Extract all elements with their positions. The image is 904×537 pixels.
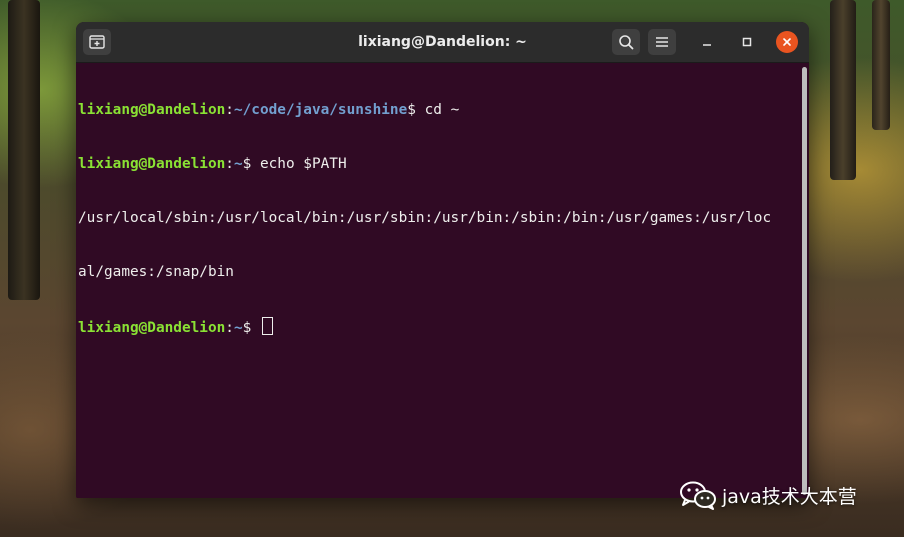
command-output-line: al/games:/snap/bin	[78, 264, 234, 280]
terminal-line: lixiang@Dandelion:~$	[78, 317, 800, 336]
search-icon	[619, 35, 634, 50]
terminal-window[interactable]: lixiang@Dandelion: ~ lixiang@Dandelion:~…	[76, 22, 809, 498]
terminal-scrollbar[interactable]	[802, 67, 807, 495]
watermark-text: java技术大本营	[722, 485, 857, 508]
maximize-button[interactable]	[736, 31, 758, 53]
terminal-line: lixiang@Dandelion:~$ echo $PATH	[78, 155, 800, 173]
prompt-separator: :	[225, 320, 234, 336]
search-button[interactable]	[612, 29, 640, 55]
command-output-line: /usr/local/sbin:/usr/local/bin:/usr/sbin…	[78, 210, 772, 226]
window-titlebar[interactable]: lixiang@Dandelion: ~	[76, 22, 809, 63]
new-tab-button[interactable]	[83, 29, 111, 55]
menu-button[interactable]	[648, 29, 676, 55]
minimize-icon	[703, 44, 711, 46]
prompt-path: ~	[233, 156, 243, 172]
tree-trunk	[872, 0, 890, 130]
prompt-symbol: $	[242, 320, 260, 336]
terminal-content[interactable]: lixiang@Dandelion:~/code/java/sunshine$ …	[76, 63, 809, 498]
command-text: cd ~	[424, 102, 460, 118]
new-tab-icon	[89, 35, 105, 49]
prompt-path: ~/code/java/sunshine	[233, 102, 408, 118]
text-cursor	[261, 317, 273, 335]
minimize-button[interactable]	[696, 31, 718, 53]
terminal-output: lixiang@Dandelion:~/code/java/sunshine$ …	[78, 65, 800, 371]
prompt-path: ~	[233, 320, 243, 336]
prompt-separator: :	[225, 102, 234, 118]
hamburger-menu-icon	[656, 37, 668, 47]
prompt-symbol: $	[242, 156, 260, 172]
desktop-background: lixiang@Dandelion: ~ lixiang@Dandelion:~…	[0, 0, 904, 537]
tree-trunk	[830, 0, 856, 180]
prompt-separator: :	[225, 156, 234, 172]
command-text: echo $PATH	[259, 156, 347, 172]
terminal-line: lixiang@Dandelion:~/code/java/sunshine$ …	[78, 101, 800, 119]
maximize-icon	[742, 37, 752, 47]
close-icon	[783, 38, 791, 46]
tree-trunk	[8, 0, 40, 300]
watermark: java技术大本营	[678, 478, 857, 512]
wechat-icon	[680, 481, 716, 510]
close-button[interactable]	[776, 31, 798, 53]
prompt-user-host: lixiang@Dandelion	[78, 320, 226, 336]
prompt-user-host: lixiang@Dandelion	[78, 102, 226, 118]
prompt-user-host: lixiang@Dandelion	[78, 156, 226, 172]
prompt-symbol: $	[407, 102, 425, 118]
